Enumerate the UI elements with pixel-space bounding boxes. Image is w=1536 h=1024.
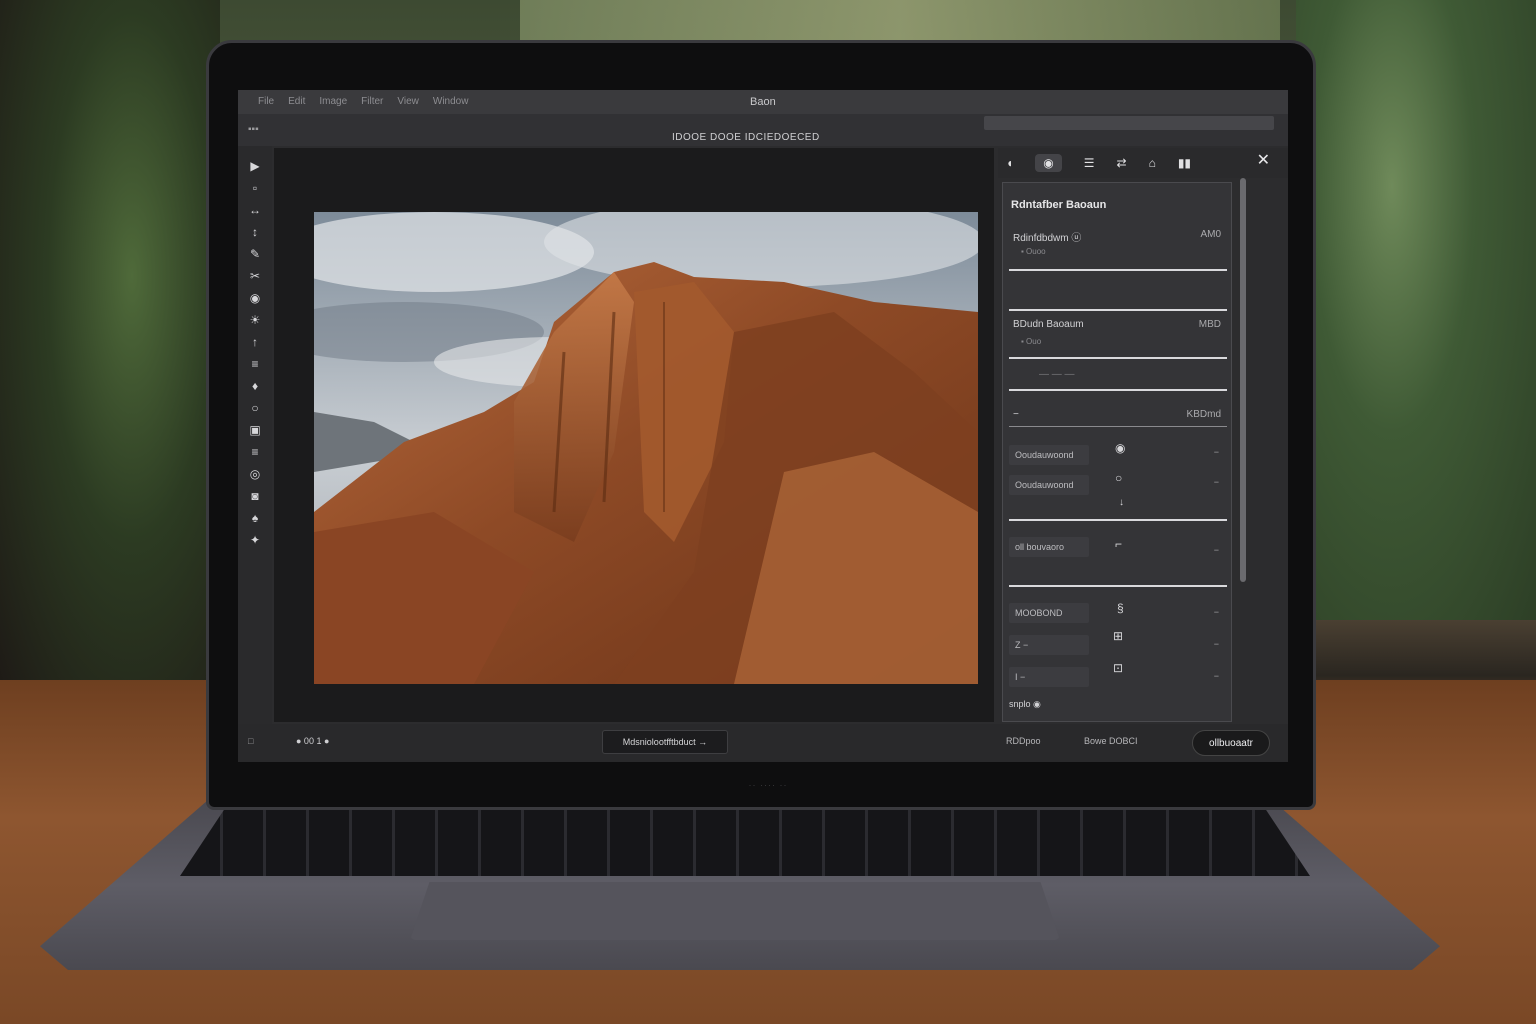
pen-tool-icon[interactable]: ♦ <box>245 378 265 394</box>
photo-red-rock-mountain[interactable] <box>314 212 978 684</box>
status-icon[interactable]: □ <box>248 736 253 746</box>
app-screen: File Edit Image Filter View Window Baon … <box>238 90 1288 762</box>
property-value: − <box>1213 607 1219 617</box>
cut-tool-icon[interactable]: ✂ <box>245 268 265 284</box>
property-value: − <box>1213 447 1219 457</box>
panel-divider <box>1009 513 1227 521</box>
primary-action-button[interactable]: ollbuoaatr <box>1192 730 1270 756</box>
panel-section[interactable]: − KBDmd <box>1009 395 1227 427</box>
toolbar-field[interactable] <box>984 116 1274 130</box>
marquee-tool-icon[interactable]: ▫ <box>245 180 265 196</box>
fill-tool-icon[interactable]: ♠ <box>245 510 265 526</box>
shape-tool-icon[interactable]: ○ <box>245 400 265 416</box>
document-path: IDOOE DOOE IDCIEDOECED <box>672 132 820 143</box>
eye-icon[interactable]: ◉ <box>1115 441 1125 455</box>
rotate-tool-icon[interactable]: ◎ <box>245 466 265 482</box>
status-info[interactable]: Bowe DOBCI <box>1084 736 1138 746</box>
move-tool-icon[interactable]: ▶ <box>245 158 265 174</box>
panel-section-empty <box>1009 275 1227 311</box>
photo-artwork <box>314 212 978 684</box>
pin-icon[interactable]: ↓ <box>1119 497 1124 508</box>
keyboard <box>180 808 1310 876</box>
panel-section[interactable]: Rdinfdbdwm ⓤ AM0 ▪ Ouoo <box>1009 223 1227 271</box>
status-info-box[interactable]: Mdsniolootfftbduct → <box>602 730 728 754</box>
grid-icon[interactable]: ⊞ <box>1113 629 1123 643</box>
tab-adjust-icon[interactable]: ◉ <box>1035 154 1062 172</box>
menu-item[interactable]: Filter <box>361 96 383 107</box>
section-value: MBD <box>1198 319 1221 330</box>
stamp-tool-icon[interactable]: ◉ <box>245 290 265 306</box>
tab-history-icon[interactable]: ⇄ <box>1117 156 1127 170</box>
menu-item[interactable]: Image <box>319 96 347 107</box>
property-value: − <box>1213 477 1219 487</box>
property-field[interactable]: MOOBOND <box>1009 603 1089 623</box>
brush-tool-icon[interactable]: ✎ <box>245 246 265 262</box>
curve-icon[interactable]: ⌐ <box>1115 537 1122 551</box>
section-label: BDudn Baoaum <box>1013 319 1084 330</box>
section-label: — — — <box>1039 369 1075 380</box>
menu-items: File Edit Image Filter View Window <box>258 96 468 107</box>
section-value: KBDmd <box>1186 409 1221 420</box>
canvas-area[interactable] <box>274 148 994 722</box>
sparkle-tool-icon[interactable]: ✦ <box>245 532 265 548</box>
frame-tool-icon[interactable]: ▣ <box>245 422 265 438</box>
property-field[interactable]: oll bouvaoro <box>1009 537 1089 557</box>
property-field[interactable]: Ooudauwoond <box>1009 445 1089 465</box>
toolbar-options[interactable]: ▪▪▪ <box>248 124 259 135</box>
section-sub: ▪ Ouo <box>1021 337 1042 346</box>
property-field[interactable]: I − <box>1009 667 1089 687</box>
background-plants-left <box>0 0 220 690</box>
tab-more-icon[interactable]: ▮▮ <box>1178 156 1191 170</box>
arrow-up-tool-icon[interactable]: ↑ <box>245 334 265 350</box>
panel-tabs: ◖ ◉ ☰ ⇄ ⌂ ▮▮ <box>998 148 1288 178</box>
mask-tool-icon[interactable]: ◙ <box>245 488 265 504</box>
status-bar: □ ● 00 1 ● Mdsniolootfftbduct → RDDpoo B… <box>238 724 1288 762</box>
panel-divider <box>1009 579 1227 587</box>
stack-tool-icon[interactable]: ≡ <box>245 444 265 460</box>
tab-color-icon[interactable]: ◖ <box>1006 156 1013 170</box>
lasso-tool-icon[interactable]: ↔ <box>245 202 265 218</box>
section-sub: ▪ Ouoo <box>1021 247 1046 256</box>
property-value: − <box>1213 671 1219 681</box>
panel-footer: snplo ◉ <box>1009 699 1041 709</box>
property-value: − <box>1213 545 1219 555</box>
tab-layers-icon[interactable]: ☰ <box>1084 156 1095 170</box>
zoom-control[interactable]: ● 00 1 ● <box>296 736 329 746</box>
panel-section[interactable]: BDudn Baoaum MBD ▪ Ouo <box>1009 311 1227 359</box>
section-value: AM0 <box>1200 229 1221 240</box>
circle-icon[interactable]: ○ <box>1115 471 1122 485</box>
menu-bar: File Edit Image Filter View Window Baon <box>238 90 1288 114</box>
tab-library-icon[interactable]: ⌂ <box>1149 156 1156 170</box>
menu-item[interactable]: Edit <box>288 96 305 107</box>
menu-item[interactable]: View <box>397 96 419 107</box>
menu-item[interactable]: File <box>258 96 274 107</box>
background-plants-right <box>1296 0 1536 620</box>
section-label: − <box>1013 409 1019 420</box>
tools-sidebar: ▶ ▫ ↔ ↕ ✎ ✂ ◉ ☀ ↑ ≡ ♦ ○ ▣ ≡ ◎ ◙ ♠ ✦ <box>238 146 272 724</box>
property-field[interactable]: Z − <box>1009 635 1089 655</box>
status-mode[interactable]: RDDpoo <box>1006 736 1041 746</box>
crop-tool-icon[interactable]: ↕ <box>245 224 265 240</box>
property-field[interactable]: Ooudauwoond <box>1009 475 1089 495</box>
laptop-brand-label: ·· ···· ·· <box>748 780 788 790</box>
panel-section[interactable]: — — — <box>1009 361 1227 391</box>
panel-scrollbar[interactable] <box>1240 178 1246 582</box>
property-value: − <box>1213 639 1219 649</box>
close-icon[interactable]: ✕ <box>1257 150 1270 170</box>
layers-tool-icon[interactable]: ≡ <box>245 356 265 372</box>
window-title: Baon <box>750 96 776 108</box>
frame-icon[interactable]: ⊡ <box>1113 661 1123 675</box>
section-label: Rdinfdbdwm ⓤ <box>1013 233 1082 244</box>
dodge-tool-icon[interactable]: ☀ <box>245 312 265 328</box>
trackpad <box>410 882 1060 940</box>
menu-item[interactable]: Window <box>433 96 469 107</box>
gear-icon[interactable]: § <box>1117 601 1124 615</box>
options-toolbar: ▪▪▪ IDOOE DOOE IDCIEDOECED <box>238 114 1288 146</box>
panel-title: Rdntafber Baoaun <box>1011 199 1107 211</box>
properties-panel: Rdntafber Baoaun Rdinfdbdwm ⓤ AM0 ▪ Ouoo… <box>1002 182 1232 722</box>
